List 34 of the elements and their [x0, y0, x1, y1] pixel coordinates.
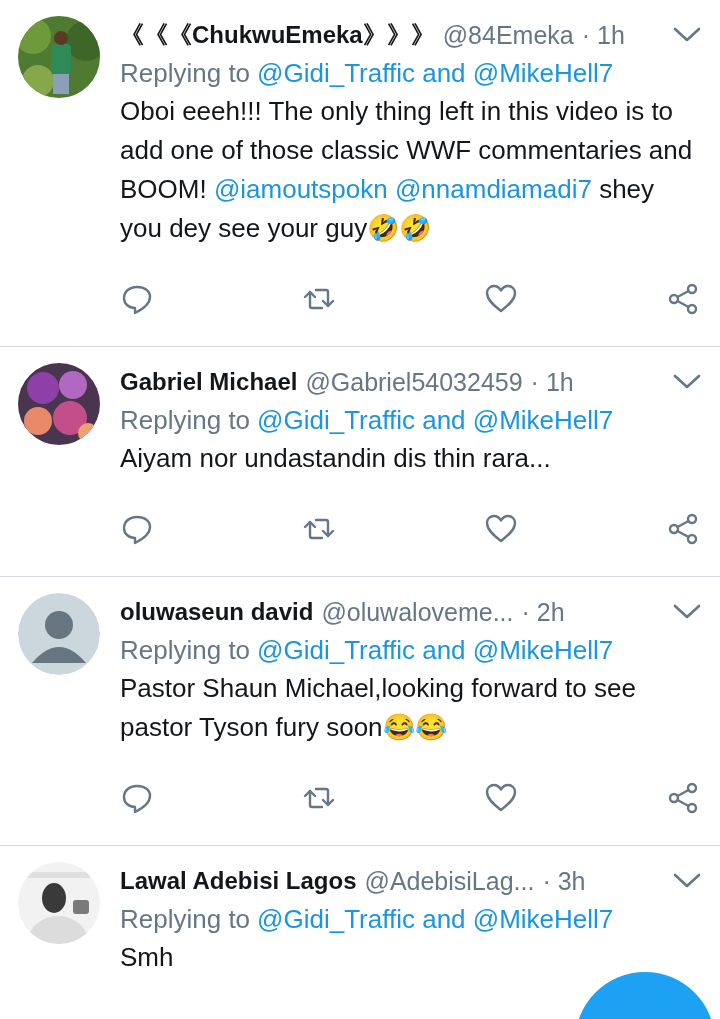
user-handle: @AdebisiLag...	[364, 866, 535, 896]
user-name: 《《《ChukwuEmeka》》》	[120, 20, 435, 50]
reply-mentions[interactable]: @Gidi_Traffic and @MikeHell7	[257, 900, 614, 938]
chevron-down-icon[interactable]	[672, 373, 702, 391]
chevron-down-icon[interactable]	[672, 872, 702, 890]
user-name: Gabriel Michael	[120, 368, 298, 396]
share-icon[interactable]	[666, 512, 700, 546]
replying-label: Replying to	[120, 903, 251, 936]
share-icon[interactable]	[666, 282, 700, 316]
default-avatar-icon	[18, 593, 100, 675]
tweet-text: Smh	[120, 941, 175, 974]
tweet-time: · 2h	[521, 597, 565, 627]
tweet-text: Oboi eeeh!!! The only thing left in this video is to add one of those classic WWF commentaries and BOOM! @iamoutspokn @nnamdiamadi7 shey you dey see your guy🤣🤣	[120, 95, 694, 245]
tweet-time: · 3h	[542, 866, 586, 896]
tweet-time: · 1h	[530, 367, 574, 397]
user-name: Lawal Adebisi Lagos	[120, 867, 357, 895]
replying-label: Replying to	[120, 57, 251, 90]
replying-label: Replying to	[120, 404, 251, 437]
replying-label: Replying to	[120, 634, 251, 667]
tweet-time: · 1h	[581, 20, 625, 50]
user-handle: @84Emeka	[442, 20, 574, 50]
reply-mentions[interactable]: @Gidi_Traffic and @MikeHell7	[257, 54, 614, 92]
mention-link[interactable]: @nnamdiamadi7	[394, 174, 592, 204]
reply-mentions[interactable]: @Gidi_Traffic and @MikeHell7	[257, 631, 614, 669]
tweet-text: Aiyam nor undastandin dis thin rara...	[120, 442, 552, 475]
share-icon[interactable]	[666, 781, 700, 815]
user-name: oluwaseun david	[120, 598, 314, 626]
user-handle: @Gabriel54032459	[305, 367, 523, 397]
chevron-down-icon[interactable]	[672, 603, 702, 621]
tweet-text: Pastor Shaun Michael,looking forward to see pastor Tyson fury soon😂😂	[120, 672, 637, 744]
mention-link[interactable]: @iamoutspokn	[213, 174, 388, 204]
reply-mentions[interactable]: @Gidi_Traffic and @MikeHell7	[257, 401, 614, 439]
user-handle: @oluwaloveme...	[321, 597, 514, 627]
chevron-down-icon[interactable]	[672, 26, 702, 44]
